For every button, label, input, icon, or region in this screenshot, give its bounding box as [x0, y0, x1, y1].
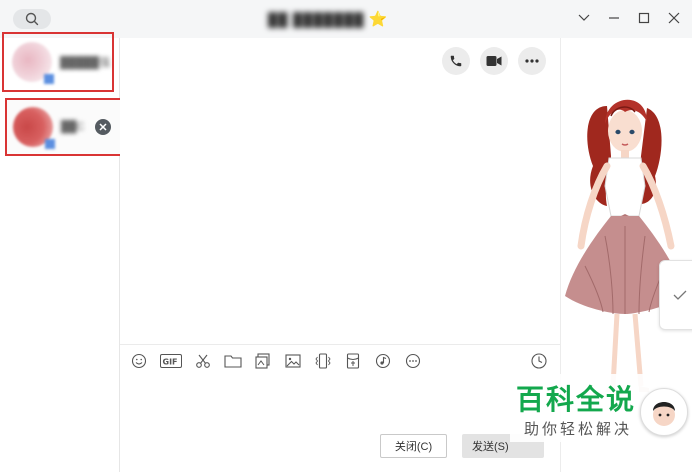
image-icon: [285, 354, 301, 368]
watermark-logo: [640, 388, 688, 436]
chevron-down-icon: [578, 14, 590, 21]
red-packet-button[interactable]: [344, 352, 362, 370]
contact-item[interactable]: █████强: [2, 32, 114, 92]
minimize-button[interactable]: [606, 8, 622, 28]
more-tools-button[interactable]: [404, 352, 422, 370]
maximize-button[interactable]: [636, 8, 652, 28]
red-packet-icon: [346, 353, 360, 369]
window-title-text: ██ ███████: [268, 11, 365, 27]
logo-icon: [653, 402, 675, 426]
contact-name: █████强: [60, 57, 110, 69]
contact-name: ██C: [61, 121, 85, 133]
more-icon: [525, 59, 539, 63]
folder-icon: [224, 355, 242, 368]
search-button[interactable]: [13, 9, 51, 29]
shake-button[interactable]: [314, 352, 332, 370]
file-button[interactable]: [224, 352, 242, 370]
star-icon: ⭐: [368, 10, 388, 28]
video-call-icon: [486, 56, 502, 66]
compose-divider: [120, 344, 560, 345]
minimize-icon: [609, 17, 619, 19]
clock-icon: [531, 353, 547, 369]
chat-window: ██ ███████ ⭐ █████强 ██C GIF 关闭(C) 发送(S) …: [0, 0, 692, 472]
music-button[interactable]: [374, 352, 392, 370]
emoji-button[interactable]: [130, 352, 148, 370]
watermark-title: 百科全说: [516, 383, 637, 416]
contact-list: █████强 ██C: [0, 32, 125, 472]
close-icon: [668, 12, 680, 24]
emoji-icon: [131, 353, 147, 369]
remove-contact-button[interactable]: [94, 119, 111, 135]
dropdown-button[interactable]: [576, 8, 592, 28]
watermark-subtitle: 助你轻松解决: [524, 420, 633, 438]
check-icon: [673, 290, 687, 300]
close-window-button[interactable]: [666, 8, 682, 28]
music-icon: [375, 353, 391, 369]
video-call-button[interactable]: [480, 47, 508, 75]
window-title: ██ ███████ ⭐: [268, 10, 387, 28]
phone-icon: [450, 55, 462, 67]
gallery-button[interactable]: [254, 352, 272, 370]
avatar: [12, 42, 54, 84]
gif-icon: GIF: [160, 354, 182, 368]
svg-text:GIF: GIF: [163, 358, 178, 367]
watermark: 百科全说 助你轻松解决: [510, 374, 660, 442]
message-history-button[interactable]: [530, 352, 548, 370]
scissors-icon: [196, 354, 210, 368]
contact-item[interactable]: ██C: [5, 98, 125, 156]
shake-icon: [315, 353, 331, 369]
window-controls: [576, 8, 682, 28]
more-button[interactable]: [518, 47, 546, 75]
status-badge: [44, 74, 54, 84]
chat-actions: [442, 47, 546, 75]
side-card[interactable]: [659, 260, 692, 330]
screenshot-button[interactable]: [194, 352, 212, 370]
more-tools-icon: [405, 353, 421, 369]
search-icon: [25, 12, 39, 26]
close-icon: [99, 123, 107, 131]
close-button[interactable]: 关闭(C): [380, 434, 447, 458]
status-badge: [45, 139, 55, 149]
gallery-icon: [255, 353, 270, 369]
voice-call-button[interactable]: [442, 47, 470, 75]
chat-area: GIF 关闭(C) 发送(S): [120, 38, 560, 472]
gif-button[interactable]: GIF: [160, 352, 182, 370]
avatar: [13, 107, 55, 149]
maximize-icon: [638, 12, 650, 24]
image-button[interactable]: [284, 352, 302, 370]
input-toolbar: GIF: [130, 352, 422, 370]
